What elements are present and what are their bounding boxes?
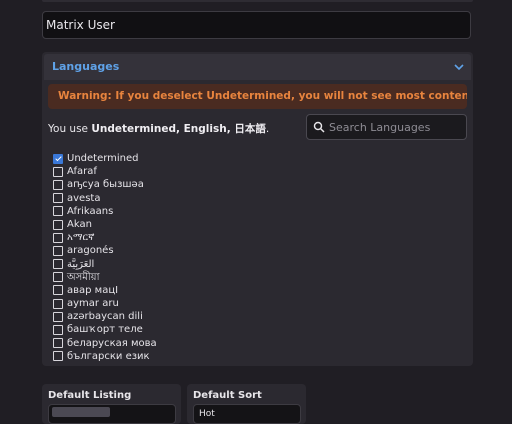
- language-option[interactable]: Afaraf: [53, 165, 157, 178]
- languages-card: Languages Warning: If you deselect Undet…: [42, 52, 473, 366]
- language-label: Undetermined: [67, 153, 139, 164]
- language-checkbox[interactable]: [53, 259, 63, 270]
- language-checkbox[interactable]: [53, 219, 63, 230]
- language-option[interactable]: العَرَبِيَّة: [53, 258, 157, 271]
- language-option[interactable]: aragonés: [53, 244, 157, 257]
- language-label: български език: [67, 350, 150, 362]
- summary-value: Undetermined, English, 日本語: [91, 123, 266, 135]
- language-label: العَرَبِيَّة: [67, 258, 95, 270]
- language-checkbox[interactable]: [53, 179, 63, 190]
- language-checkbox[interactable]: [53, 166, 63, 177]
- summary-suffix: .: [265, 123, 270, 135]
- language-option[interactable]: беларуская мова: [53, 337, 157, 350]
- language-checkbox[interactable]: [53, 206, 63, 217]
- language-checkbox[interactable]: [53, 193, 63, 204]
- language-checkbox[interactable]: [53, 245, 63, 256]
- language-checkbox[interactable]: [53, 153, 63, 164]
- language-option[interactable]: አማርኛ: [53, 231, 157, 244]
- language-label: አማርኛ: [67, 232, 95, 244]
- language-label: aymar aru: [67, 298, 119, 310]
- language-label: অসমীয়া: [67, 271, 100, 283]
- warning-banner: Warning: If you deselect Undetermined, y…: [48, 84, 467, 109]
- language-label: azərbaycan dili: [67, 311, 143, 323]
- chevron-down-icon[interactable]: [453, 61, 465, 73]
- language-option[interactable]: Akan: [53, 218, 157, 231]
- language-checkbox[interactable]: [53, 338, 63, 349]
- language-label: avesta: [67, 192, 101, 204]
- language-checkbox[interactable]: [53, 272, 63, 283]
- language-label: авар мацӀ: [67, 284, 119, 296]
- language-label: аҧсуа бызшәа: [67, 179, 144, 191]
- language-option[interactable]: অসমীয়া: [53, 271, 157, 284]
- language-option[interactable]: български език: [53, 350, 157, 363]
- language-label: Akan: [67, 218, 92, 230]
- language-checkbox[interactable]: [53, 311, 63, 322]
- language-option[interactable]: башҡорт теле: [53, 323, 157, 336]
- languages-header[interactable]: Languages: [44, 54, 471, 80]
- listing-option-active[interactable]: [52, 407, 110, 417]
- language-label: aragonés: [67, 245, 114, 257]
- search-icon: [313, 121, 325, 133]
- language-label: башҡорт теле: [67, 324, 143, 336]
- default-sort-label: Default Sort: [193, 390, 262, 401]
- language-list: Undetermined Afaraf аҧсуа бызшәа avesta Afri…: [53, 152, 157, 363]
- language-checkbox[interactable]: [53, 325, 63, 336]
- language-option[interactable]: Afrikaans: [53, 205, 157, 218]
- language-option[interactable]: аҧсуа бызшәа: [53, 178, 157, 191]
- default-listing-card: Default Listing: [42, 384, 181, 424]
- language-option[interactable]: azərbaycan dili: [53, 310, 157, 323]
- language-option[interactable]: авар мацӀ: [53, 284, 157, 297]
- language-option[interactable]: aymar aru: [53, 297, 157, 310]
- display-name-field[interactable]: Matrix User: [42, 11, 471, 39]
- language-label: беларуская мова: [67, 337, 157, 349]
- language-label: Afaraf: [67, 166, 97, 178]
- language-label: Afrikaans: [67, 205, 114, 217]
- language-option[interactable]: avesta: [53, 192, 157, 205]
- previous-card-edge: [42, 0, 473, 2]
- language-option[interactable]: Undetermined: [53, 152, 157, 165]
- languages-summary: You use Undetermined, English, 日本語.: [48, 121, 269, 136]
- default-sort-card: Default Sort Hot: [187, 384, 306, 424]
- language-checkbox[interactable]: [53, 232, 63, 243]
- language-checkbox[interactable]: [53, 298, 63, 309]
- search-languages-input[interactable]: [329, 118, 459, 136]
- default-listing-toggle[interactable]: [48, 404, 176, 424]
- default-listing-label: Default Listing: [48, 390, 132, 401]
- language-checkbox[interactable]: [53, 351, 63, 362]
- search-languages-box[interactable]: [306, 114, 467, 140]
- summary-prefix: You use: [48, 123, 92, 135]
- default-sort-select[interactable]: Hot: [193, 404, 301, 424]
- language-checkbox[interactable]: [53, 285, 63, 296]
- languages-title: Languages: [52, 60, 120, 73]
